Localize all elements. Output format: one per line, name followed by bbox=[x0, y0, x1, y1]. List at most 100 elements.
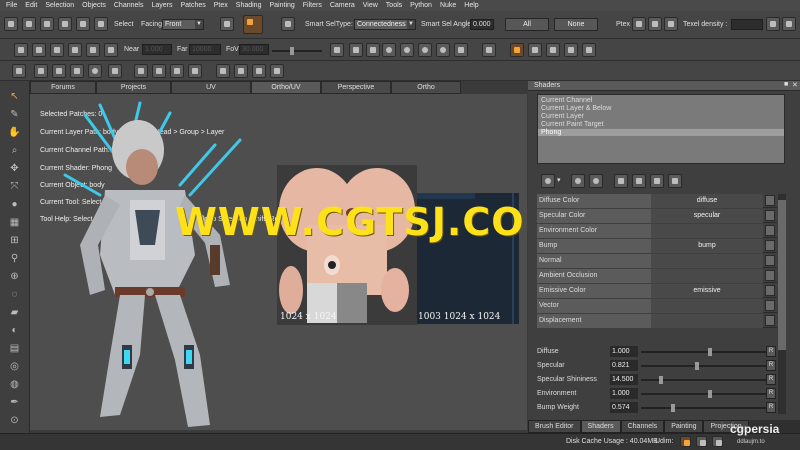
fov-input[interactable]: 30.000 bbox=[239, 44, 269, 55]
smart-seltype-select[interactable]: Connectedness ▼ bbox=[354, 19, 416, 30]
ptex-subdivide-icon[interactable] bbox=[648, 17, 662, 31]
tab-perspective[interactable]: Perspective bbox=[321, 81, 391, 94]
shader-list-item[interactable]: Current Layer bbox=[541, 113, 584, 120]
select-tool-icon[interactable]: ↖ bbox=[8, 91, 21, 103]
add-shader-icon[interactable] bbox=[541, 174, 555, 188]
ptex-resize-icon[interactable] bbox=[664, 17, 678, 31]
chevron-down-icon[interactable]: ▾ bbox=[557, 176, 561, 184]
picker-icon[interactable]: ⚲ bbox=[8, 253, 21, 265]
shader-vis-icon[interactable] bbox=[614, 174, 628, 188]
status-memory-icon[interactable] bbox=[696, 436, 707, 447]
num-slider[interactable] bbox=[641, 390, 766, 398]
grid-tool-icon[interactable]: ▦ bbox=[8, 217, 21, 229]
num-value-input[interactable]: 1.000 bbox=[610, 388, 638, 399]
persp-cam-icon[interactable] bbox=[349, 43, 363, 57]
texel-apply-icon[interactable] bbox=[766, 17, 780, 31]
reset-button[interactable]: R bbox=[766, 402, 776, 413]
facing-select[interactable]: Front ▼ bbox=[162, 19, 204, 30]
pan-icon[interactable]: ✋ bbox=[8, 127, 21, 139]
new-project-icon[interactable] bbox=[4, 17, 18, 31]
zoom-icon[interactable]: ⌕ bbox=[8, 145, 21, 157]
lighting-icon[interactable] bbox=[32, 43, 46, 57]
paint-icon[interactable]: ● bbox=[8, 199, 21, 211]
tab-ortho[interactable]: Ortho bbox=[391, 81, 461, 94]
panel-pin-icon[interactable]: ■ bbox=[784, 81, 788, 88]
transform-tool-icon[interactable]: ✥ bbox=[8, 163, 21, 175]
shader-list-item[interactable]: Current Paint Target bbox=[541, 121, 604, 128]
rotate-icon[interactable] bbox=[88, 64, 102, 78]
shader-list-item-selected[interactable]: Phong bbox=[538, 129, 784, 136]
channel-link-icon[interactable] bbox=[765, 195, 775, 206]
symmetry-icon[interactable] bbox=[546, 43, 560, 57]
tab-uv[interactable]: UV bbox=[171, 81, 251, 94]
open-icon[interactable] bbox=[40, 17, 54, 31]
clone-icon[interactable]: ⊕ bbox=[8, 271, 21, 283]
sphere-lit-icon[interactable] bbox=[400, 43, 414, 57]
menu-channels[interactable]: Channels bbox=[114, 2, 144, 9]
num-slider[interactable] bbox=[641, 348, 766, 356]
near-input[interactable]: 1.000 bbox=[142, 44, 172, 55]
num-slider-knob[interactable] bbox=[659, 376, 664, 384]
shader-vis-toggle-icon[interactable] bbox=[650, 174, 664, 188]
menu-camera[interactable]: Camera bbox=[330, 2, 355, 9]
menu-help[interactable]: Help bbox=[464, 2, 478, 9]
layer-vis-lock-icon[interactable] bbox=[270, 64, 284, 78]
layer-vis-icon[interactable] bbox=[216, 64, 230, 78]
tab-painting[interactable]: Painting bbox=[664, 420, 704, 433]
tab-shaders[interactable]: Shaders bbox=[580, 420, 621, 433]
fov-slider[interactable] bbox=[272, 47, 322, 55]
prop-value[interactable] bbox=[651, 254, 763, 268]
eyedropper-icon[interactable]: ✒ bbox=[8, 397, 21, 409]
wireframe-icon[interactable] bbox=[50, 43, 64, 57]
select-all-button[interactable]: All bbox=[505, 18, 549, 31]
drop-icon[interactable] bbox=[52, 64, 66, 78]
visibility-off-icon[interactable] bbox=[152, 64, 166, 78]
shader-list[interactable]: Current Channel Current Layer & Below Cu… bbox=[537, 94, 785, 164]
shader-list-item[interactable]: Current Channel bbox=[541, 97, 592, 104]
far-input[interactable]: 10000 bbox=[189, 44, 221, 55]
menu-view[interactable]: View bbox=[363, 2, 378, 9]
prop-value[interactable]: bump bbox=[651, 239, 763, 253]
panel-close-icon[interactable]: ✕ bbox=[792, 81, 798, 89]
menu-painting[interactable]: Painting bbox=[269, 2, 294, 9]
prop-value[interactable]: emissive bbox=[651, 284, 763, 298]
ptex-tool-icon[interactable] bbox=[632, 17, 646, 31]
tab-projects[interactable]: Projects bbox=[96, 81, 171, 94]
shader-vis-lock-icon[interactable] bbox=[668, 174, 682, 188]
prop-value[interactable] bbox=[651, 299, 763, 313]
frame-icon[interactable] bbox=[482, 43, 496, 57]
tab-ortho-uv[interactable]: Ortho/UV bbox=[251, 81, 321, 94]
lasso-select-icon[interactable] bbox=[243, 15, 263, 34]
sphere-spec-icon[interactable] bbox=[418, 43, 432, 57]
visibility-toggle-icon[interactable] bbox=[170, 64, 184, 78]
fov-slider-knob[interactable] bbox=[290, 47, 294, 55]
channel-link-icon[interactable] bbox=[765, 300, 775, 311]
channel-link-icon[interactable] bbox=[765, 240, 775, 251]
shader-list-item[interactable]: Current Layer & Below bbox=[541, 105, 611, 112]
select-none-button[interactable]: None bbox=[554, 18, 598, 31]
scale-icon[interactable] bbox=[70, 64, 84, 78]
shader-duplicate-icon[interactable] bbox=[589, 174, 603, 188]
save-icon[interactable] bbox=[58, 17, 72, 31]
fill-icon[interactable]: ◐ bbox=[8, 325, 21, 337]
gradient-icon[interactable]: ▤ bbox=[8, 343, 21, 355]
menu-ptex[interactable]: Ptex bbox=[214, 2, 228, 9]
camera-icon[interactable] bbox=[14, 43, 28, 57]
num-slider-knob[interactable] bbox=[707, 390, 712, 398]
visibility-icon[interactable] bbox=[134, 64, 148, 78]
prop-value[interactable] bbox=[651, 224, 763, 238]
eraser-icon[interactable]: ▰ bbox=[8, 307, 21, 319]
light-icon[interactable] bbox=[366, 43, 380, 57]
textured-icon[interactable] bbox=[86, 43, 100, 57]
move-icon[interactable] bbox=[34, 64, 48, 78]
grid-icon[interactable] bbox=[104, 43, 118, 57]
num-slider[interactable] bbox=[641, 404, 766, 412]
prop-value[interactable]: diffuse bbox=[651, 194, 763, 208]
channel-link-icon[interactable] bbox=[765, 225, 775, 236]
snap-icon[interactable] bbox=[510, 43, 524, 57]
menu-objects[interactable]: Objects bbox=[82, 2, 106, 9]
menu-edit[interactable]: Edit bbox=[25, 2, 37, 9]
tab-forums[interactable]: Forums bbox=[30, 81, 96, 94]
reset-button[interactable]: R bbox=[766, 346, 776, 357]
prop-value[interactable] bbox=[651, 269, 763, 283]
